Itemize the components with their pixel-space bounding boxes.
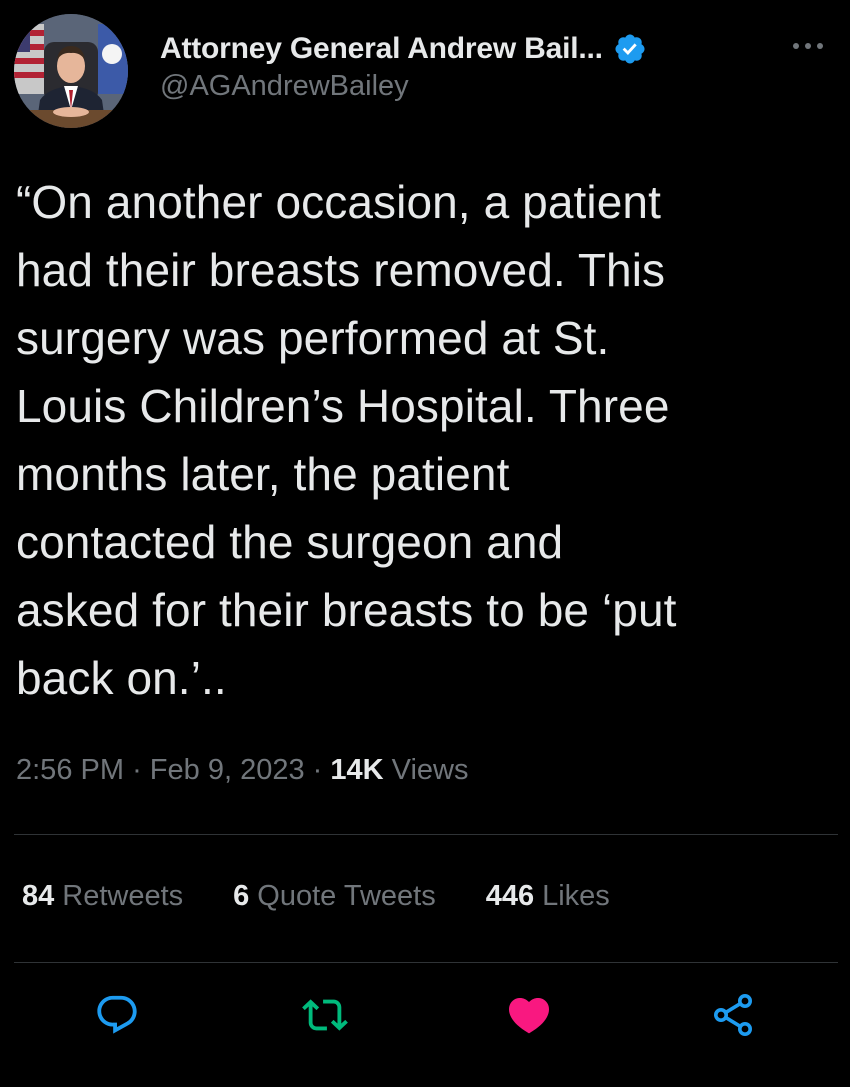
- quote-tweets-label: Quote Tweets: [257, 880, 436, 912]
- author-handle[interactable]: @AGAndrewBailey: [160, 70, 647, 103]
- likes-stat[interactable]: 446 Likes: [486, 880, 610, 913]
- share-button[interactable]: [708, 992, 758, 1042]
- reply-button[interactable]: [92, 992, 142, 1042]
- meta-separator: ·: [132, 754, 142, 786]
- quote-tweets-stat[interactable]: 6 Quote Tweets: [233, 880, 436, 913]
- tweet-stats: 84 Retweets 6 Quote Tweets 446 Likes: [22, 880, 660, 913]
- reply-icon: [94, 992, 140, 1043]
- retweet-button[interactable]: [300, 992, 350, 1042]
- quote-tweets-count: 6: [233, 880, 250, 912]
- tweet-meta: 2:56 PM · Feb 9, 2023 · 14K Views: [16, 754, 469, 787]
- author-display-name[interactable]: Attorney General Andrew Bail...: [160, 32, 603, 66]
- like-button[interactable]: [504, 992, 554, 1042]
- tweet-date[interactable]: Feb 9, 2023: [150, 754, 305, 786]
- tweet-actions: [0, 992, 850, 1048]
- divider: [14, 834, 838, 835]
- share-icon: [709, 991, 757, 1044]
- tweet-header: Attorney General Andrew Bail... @AGAndre…: [14, 14, 840, 130]
- tweet-time[interactable]: 2:56 PM: [16, 754, 124, 786]
- avatar-photo: [14, 14, 128, 128]
- divider: [14, 962, 838, 963]
- heart-icon: [505, 991, 553, 1044]
- retweets-label: Retweets: [62, 880, 184, 912]
- retweet-icon: [302, 992, 348, 1043]
- display-name-row: Attorney General Andrew Bail...: [160, 30, 647, 68]
- more-options-icon[interactable]: [788, 36, 828, 56]
- likes-label: Likes: [542, 880, 610, 912]
- verified-badge-icon: [613, 32, 647, 66]
- retweets-count: 84: [22, 880, 55, 912]
- likes-count: 446: [485, 880, 535, 912]
- views-count: 14K: [330, 754, 384, 786]
- meta-separator: ·: [312, 754, 323, 786]
- avatar[interactable]: [14, 14, 128, 128]
- tweet-text: “On another occasion, a patient had thei…: [16, 176, 677, 704]
- retweets-stat[interactable]: 84 Retweets: [22, 880, 183, 913]
- views-label: Views: [391, 754, 469, 786]
- author-info: Attorney General Andrew Bail... @AGAndre…: [160, 30, 647, 103]
